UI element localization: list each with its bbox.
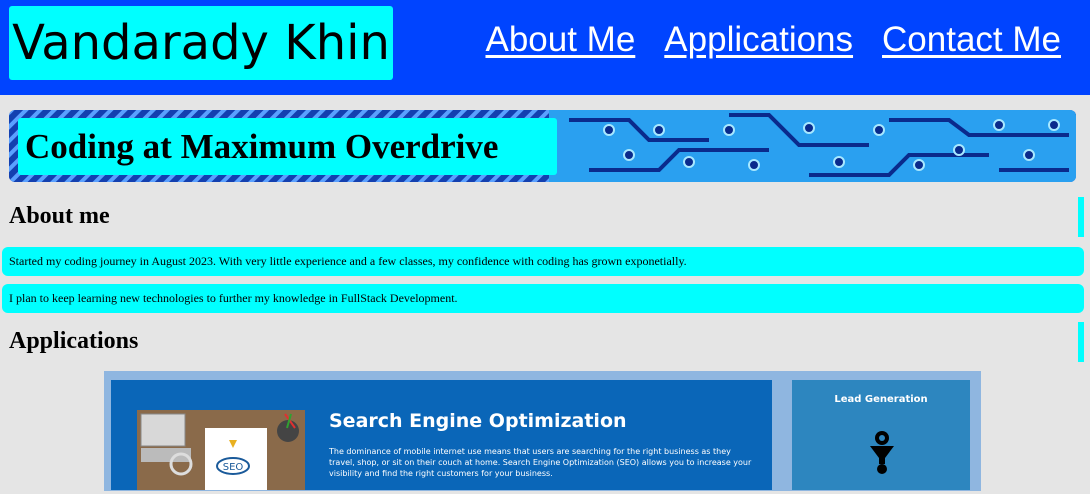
funnel-gear-icon bbox=[870, 431, 894, 474]
nav-contact-me[interactable]: Contact Me bbox=[882, 20, 1061, 60]
about-paragraph: Started my coding journey in August 2023… bbox=[2, 247, 1084, 276]
application-preview[interactable]: SEO Search Engine Optimization The domin… bbox=[104, 371, 981, 491]
preview-title: Search Engine Optimization bbox=[329, 410, 627, 432]
nav-about-me[interactable]: About Me bbox=[485, 20, 635, 60]
site-brand[interactable]: Vandarady Khin bbox=[9, 6, 393, 80]
lead-generation-title: Lead Generation bbox=[834, 394, 928, 405]
preview-description: The dominance of mobile internet use mea… bbox=[329, 447, 752, 478]
section-accent-bar bbox=[1078, 197, 1084, 237]
main-nav: About Me Applications Contact Me bbox=[485, 20, 1061, 60]
hero-title: Coding at Maximum Overdrive bbox=[18, 118, 557, 175]
photo-seo-label: SEO bbox=[223, 462, 244, 473]
site-header: Vandarady Khin About Me Applications Con… bbox=[0, 0, 1090, 95]
preview-side-panel: Lead Generation bbox=[792, 380, 970, 490]
preview-main-panel: SEO Search Engine Optimization The domin… bbox=[111, 380, 772, 490]
about-heading: About me bbox=[9, 203, 110, 229]
about-section-header: About me bbox=[9, 197, 1084, 237]
section-accent-bar bbox=[1078, 322, 1084, 362]
applications-section-header: Applications bbox=[9, 322, 1084, 362]
desk-photo: SEO bbox=[137, 410, 305, 490]
hero-banner: Coding at Maximum Overdrive bbox=[9, 110, 1076, 182]
applications-heading: Applications bbox=[9, 328, 139, 354]
about-paragraph: I plan to keep learning new technologies… bbox=[2, 284, 1084, 313]
nav-applications[interactable]: Applications bbox=[664, 20, 853, 60]
